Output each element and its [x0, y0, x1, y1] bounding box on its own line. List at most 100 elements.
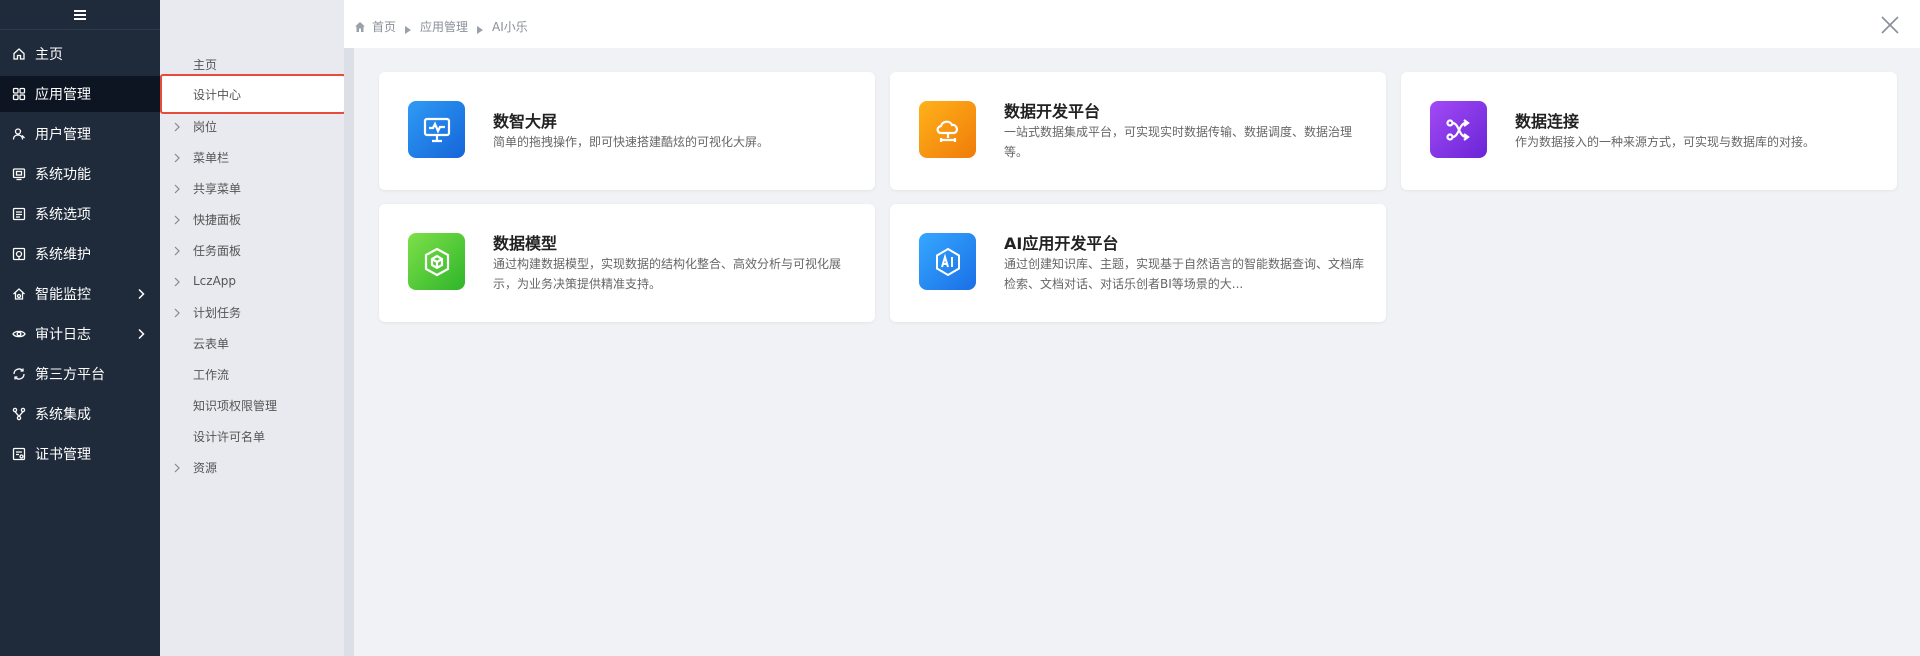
main-sidebar: 主页 应用管理 用户管理 系统功能 系统选项 系统维护 智能监控 审计日志 第三…: [0, 0, 160, 656]
sidebar-item-smart-monitoring[interactable]: 智能监控: [0, 276, 160, 312]
chevron-right-icon: [134, 287, 148, 301]
sidebar-item-label: 系统维护: [35, 247, 91, 263]
card-ai-dev-platform[interactable]: AI应用开发平台 通过创建知识库、主题，实现基于自然语言的智能数据查询、文档库检…: [890, 204, 1386, 322]
submenu-item-label: 共享菜单: [193, 181, 242, 196]
breadcrumb-current: AI小乐: [492, 20, 528, 34]
submenu-item-label: 任务面板: [193, 243, 242, 258]
submenu-item-design-center[interactable]: 设计中心: [160, 74, 346, 114]
hamburger-icon: [74, 9, 86, 20]
submenu-item-label: 设计许可名单: [193, 429, 266, 444]
sidebar-item-label: 证书管理: [35, 447, 91, 463]
submenu-item-label: 资源: [193, 460, 218, 475]
chevron-right-icon: [173, 121, 181, 132]
chevron-right-icon: [173, 245, 181, 256]
submenu-item-scheduled-tasks[interactable]: 计划任务: [160, 297, 344, 327]
sync-icon: [12, 367, 26, 381]
certificate-icon: [12, 447, 26, 461]
sidebar-item-system-functions[interactable]: 系统功能: [0, 156, 160, 192]
sidebar-item-system-integration[interactable]: 系统集成: [0, 396, 160, 432]
submenu-scrollbar[interactable]: [344, 48, 354, 656]
card-title: 数据连接: [1515, 112, 1580, 131]
submenu-item-label: 云表单: [193, 336, 230, 351]
breadcrumb-app-management-link[interactable]: 应用管理: [420, 18, 468, 35]
sidebar-item-system-options[interactable]: 系统选项: [0, 196, 160, 232]
ai-chip-icon: [919, 233, 976, 290]
submenu-item-label: 知识项权限管理: [193, 398, 278, 413]
card-title: 数据模型: [493, 234, 558, 253]
sidebar-item-third-party[interactable]: 第三方平台: [0, 356, 160, 392]
card-description: 一站式数据集成平台，可实现实时数据传输、数据调度、数据治理等。: [1004, 125, 1353, 159]
close-icon: [1881, 16, 1899, 34]
card-title: 数据开发平台: [1004, 102, 1101, 121]
breadcrumb-home-link[interactable]: 首页: [372, 18, 396, 35]
menu-toggle-button[interactable]: [0, 0, 160, 30]
cloud-network-icon: [919, 101, 976, 158]
sidebar-item-app-management[interactable]: 应用管理: [0, 76, 160, 112]
card-data-connection[interactable]: 数据连接 作为数据接入的一种来源方式，可实现与数据库的对接。: [1401, 72, 1897, 190]
chevron-right-icon: [173, 462, 181, 473]
card-description: 作为数据接入的一种来源方式，可实现与数据库的对接。: [1515, 135, 1816, 149]
card-data-model[interactable]: 数据模型 通过构建数据模型，实现数据的结构化整合、高效分析与可视化展示，为业务决…: [379, 204, 875, 322]
grid-icon: [12, 87, 26, 101]
card-data-screen[interactable]: 数智大屏 简单的拖拽操作，即可快速搭建酷炫的可视化大屏。: [379, 72, 875, 190]
home-icon: [354, 21, 366, 33]
submenu-item-label: LczApp: [193, 274, 237, 288]
secondary-menu: 主页 设计中心 岗位 菜单栏 共享菜单 快捷面板 任务面板 LczApp 计划任…: [160, 0, 346, 656]
card-description: 通过创建知识库、主题，实现基于自然语言的智能数据查询、文档库检索、文档对话、对话…: [1004, 257, 1365, 291]
sidebar-item-label: 审计日志: [35, 327, 91, 343]
submenu-item-resources[interactable]: 资源: [160, 452, 344, 482]
submenu-item-label: 主页: [193, 57, 218, 72]
chevron-right-icon: [173, 214, 181, 225]
monitor-pulse-icon: [408, 101, 465, 158]
monitor-icon: [12, 167, 26, 181]
sidebar-item-label: 主页: [35, 47, 63, 63]
home-icon: [12, 47, 26, 61]
shield-icon: [12, 287, 26, 301]
sidebar-item-system-maintenance[interactable]: 系统维护: [0, 236, 160, 272]
card-title: AI应用开发平台: [1004, 234, 1119, 253]
sidebar-item-certificate-management[interactable]: 证书管理: [0, 436, 160, 472]
submenu-item-task-panel[interactable]: 任务面板: [160, 235, 344, 265]
submenu-item-shared-menu[interactable]: 共享菜单: [160, 173, 344, 203]
sidebar-item-label: 系统功能: [35, 167, 91, 183]
share-icon: [12, 407, 26, 421]
submenu-item-knowledge-permissions[interactable]: 知识项权限管理: [160, 390, 344, 420]
submenu-item-post[interactable]: 岗位: [160, 111, 344, 141]
sidebar-item-label: 智能监控: [35, 287, 91, 303]
submenu-item-lczapp[interactable]: LczApp: [160, 266, 344, 296]
breadcrumb-separator-icon: [405, 23, 412, 34]
sidebar-item-home[interactable]: 主页: [0, 36, 160, 72]
card-data-dev-platform[interactable]: 数据开发平台 一站式数据集成平台，可实现实时数据传输、数据调度、数据治理等。: [890, 72, 1386, 190]
tools-icon: [12, 247, 26, 261]
submenu-item-label: 快捷面板: [193, 212, 242, 227]
sidebar-item-label: 第三方平台: [35, 367, 105, 383]
close-button[interactable]: [1880, 15, 1900, 35]
breadcrumb: 首页 应用管理 AI小乐: [354, 18, 528, 35]
shuffle-icon: [1430, 101, 1487, 158]
submenu-item-label: 岗位: [193, 119, 218, 134]
sidebar-item-label: 用户管理: [35, 127, 91, 143]
chevron-right-icon: [173, 183, 181, 194]
submenu-item-menubar[interactable]: 菜单栏: [160, 142, 344, 172]
chevron-right-icon: [173, 152, 181, 163]
sidebar-item-label: 应用管理: [35, 87, 91, 103]
submenu-item-label: 计划任务: [193, 305, 242, 320]
submenu-item-workflow[interactable]: 工作流: [160, 359, 344, 389]
top-bar: 首页 应用管理 AI小乐: [344, 0, 1920, 48]
submenu-item-label: 工作流: [193, 367, 230, 382]
submenu-item-quick-panel[interactable]: 快捷面板: [160, 204, 344, 234]
card-description: 简单的拖拽操作，即可快速搭建酷炫的可视化大屏。: [493, 135, 770, 149]
sidebar-item-audit-log[interactable]: 审计日志: [0, 316, 160, 352]
chevron-right-icon: [173, 276, 181, 287]
card-description: 通过构建数据模型，实现数据的结构化整合、高效分析与可视化展示，为业务决策提供精准…: [493, 257, 842, 291]
sidebar-item-user-management[interactable]: 用户管理: [0, 116, 160, 152]
chevron-right-icon: [173, 307, 181, 318]
chevron-right-icon: [134, 327, 148, 341]
eye-icon: [12, 327, 26, 341]
breadcrumb-separator-icon: [477, 23, 484, 34]
submenu-item-label: 菜单栏: [193, 150, 230, 165]
submenu-item-design-allowlist[interactable]: 设计许可名单: [160, 421, 344, 451]
card-title: 数智大屏: [493, 112, 558, 131]
sidebar-item-label: 系统选项: [35, 207, 91, 223]
submenu-item-cloud-form[interactable]: 云表单: [160, 328, 344, 358]
